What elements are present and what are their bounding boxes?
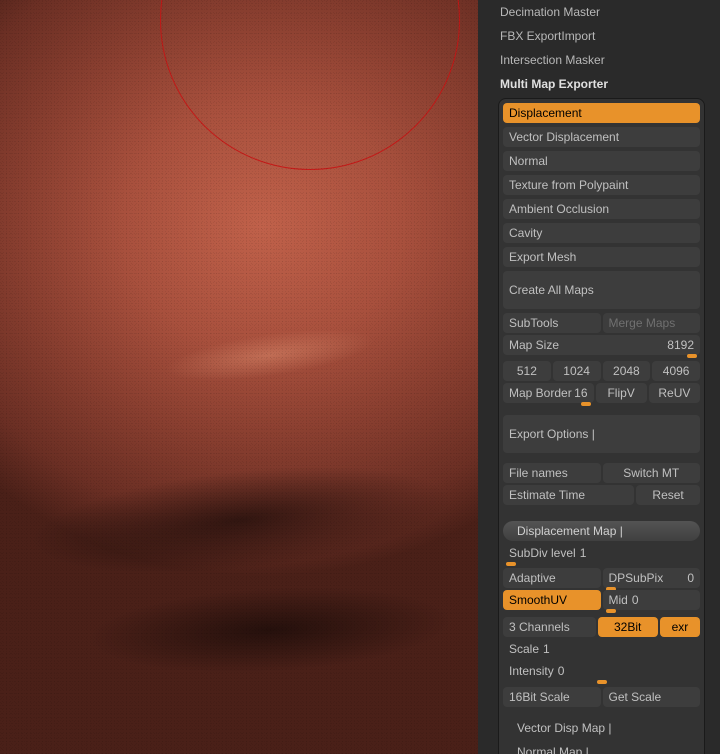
dpsubpix-slider[interactable]: DPSubPix 0 <box>603 568 701 588</box>
map-border-label: Map Border <box>509 386 572 400</box>
intensity-label: Intensity <box>509 664 554 678</box>
zplugin-panel: Decimation Master FBX ExportImport Inter… <box>478 0 720 754</box>
mid-slider[interactable]: Mid 0 <box>603 590 701 610</box>
scale-slider[interactable]: Scale 1 <box>503 639 700 659</box>
menu-multi-map-exporter[interactable]: Multi Map Exporter <box>498 72 705 96</box>
exr-button[interactable]: exr <box>660 617 700 637</box>
multi-map-exporter-panel: Displacement Vector Displacement Normal … <box>498 98 705 754</box>
toggle-ambient-occlusion[interactable]: Ambient Occlusion <box>503 199 700 219</box>
32bit-button[interactable]: 32Bit <box>598 617 658 637</box>
mid-value: 0 <box>628 593 694 607</box>
dpsubpix-label: DPSubPix <box>609 571 664 585</box>
menu-intersection-masker[interactable]: Intersection Masker <box>498 48 705 72</box>
estimate-time-button[interactable]: Estimate Time <box>503 485 634 505</box>
menu-decimation-master[interactable]: Decimation Master <box>498 0 705 24</box>
preset-1024[interactable]: 1024 <box>553 361 601 381</box>
scale-value: 1 <box>539 642 694 656</box>
map-border-slider[interactable]: Map Border 16 <box>503 383 594 403</box>
vector-disp-map-header[interactable]: Vector Disp Map | <box>503 717 700 737</box>
merge-maps-button[interactable]: Merge Maps <box>603 313 701 333</box>
preset-512[interactable]: 512 <box>503 361 551 381</box>
subdiv-level-slider[interactable]: SubDiv level 1 <box>503 543 700 563</box>
file-names-button[interactable]: File names <box>503 463 601 483</box>
normal-map-header[interactable]: Normal Map | <box>503 741 700 754</box>
toggle-texture-polypaint[interactable]: Texture from Polypaint <box>503 175 700 195</box>
toggle-displacement[interactable]: Displacement <box>503 103 700 123</box>
dpsubpix-value: 0 <box>687 571 694 585</box>
mid-label: Mid <box>609 593 628 607</box>
subdiv-value: 1 <box>576 546 694 560</box>
map-size-label: Map Size <box>509 338 559 352</box>
subtools-button[interactable]: SubTools <box>503 313 601 333</box>
displacement-map-header[interactable]: Displacement Map | <box>503 521 700 541</box>
get-scale-button[interactable]: Get Scale <box>603 687 701 707</box>
toggle-export-mesh[interactable]: Export Mesh <box>503 247 700 267</box>
subdiv-label: SubDiv level <box>509 546 576 560</box>
preset-2048[interactable]: 2048 <box>603 361 651 381</box>
reset-button[interactable]: Reset <box>636 485 700 505</box>
smoothuv-button[interactable]: SmoothUV <box>503 590 601 610</box>
flipv-button[interactable]: FlipV <box>596 383 647 403</box>
menu-fbx-exportimport[interactable]: FBX ExportImport <box>498 24 705 48</box>
map-size-slider[interactable]: Map Size 8192 <box>503 335 700 355</box>
create-all-maps-button[interactable]: Create All Maps <box>503 271 700 309</box>
export-options-button[interactable]: Export Options | <box>503 415 700 453</box>
16bit-scale-button[interactable]: 16Bit Scale <box>503 687 601 707</box>
preset-4096[interactable]: 4096 <box>652 361 700 381</box>
switch-mt-button[interactable]: Switch MT <box>603 463 701 483</box>
map-border-value: 16 <box>574 386 587 400</box>
intensity-slider[interactable]: Intensity 0 <box>503 661 700 681</box>
sculpt-viewport[interactable] <box>0 0 478 754</box>
toggle-cavity[interactable]: Cavity <box>503 223 700 243</box>
brush-cursor <box>160 0 460 170</box>
toggle-vector-displacement[interactable]: Vector Displacement <box>503 127 700 147</box>
scale-label: Scale <box>509 642 539 656</box>
adaptive-button[interactable]: Adaptive <box>503 568 601 588</box>
intensity-value: 0 <box>554 664 694 678</box>
toggle-normal[interactable]: Normal <box>503 151 700 171</box>
3channels-button[interactable]: 3 Channels <box>503 617 596 637</box>
map-size-value: 8192 <box>667 338 694 352</box>
reuv-button[interactable]: ReUV <box>649 383 700 403</box>
